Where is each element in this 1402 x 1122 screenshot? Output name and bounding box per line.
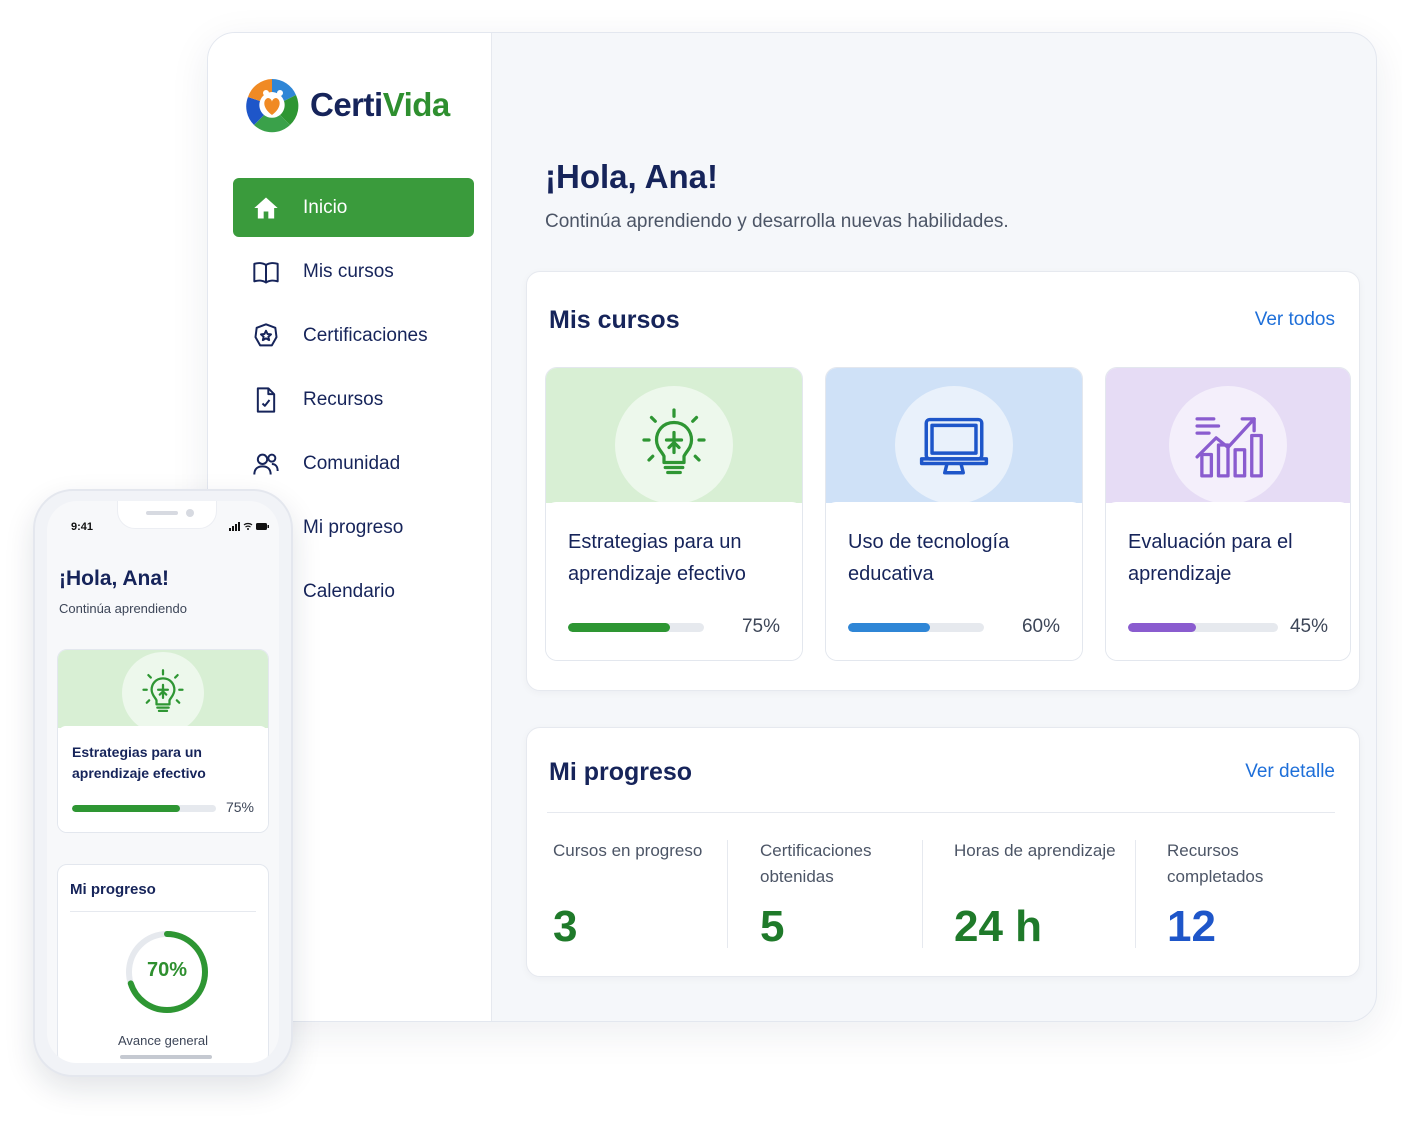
brand-name-part2: Vida	[382, 86, 451, 123]
document-icon	[251, 385, 281, 415]
phone-progress-card[interactable]: Mi progreso 70% Avance general	[57, 864, 269, 1063]
badge-star-icon	[251, 321, 281, 351]
sidebar-item-label: Mis cursos	[303, 260, 394, 282]
progress-card: Mi progreso Ver detalle Cursos en progre…	[526, 727, 1360, 977]
book-icon	[251, 257, 281, 287]
sidebar-item-label: Calendario	[303, 580, 395, 602]
main-content: ¡Hola, Ana! Continúa aprendiendo y desar…	[493, 33, 1376, 1021]
stat-horas-de-aprendizaje: Horas de aprendizaje 24 h	[954, 838, 1134, 951]
page-title: ¡Hola, Ana!	[545, 158, 718, 195]
stat-value: 3	[553, 902, 578, 951]
phone-status-icons	[229, 521, 269, 534]
stat-separator	[922, 840, 923, 948]
stat-recursos-completados: Recursos completados 12	[1167, 838, 1287, 951]
course-title: Uso de tecnología educativa	[848, 531, 1010, 585]
sidebar-item-label: Comunidad	[303, 452, 401, 474]
brand-logo[interactable]: CertiVida	[244, 75, 450, 135]
progress-ring-value: 70%	[146, 959, 188, 981]
course-body: Uso de tecnología educativa 60%	[826, 502, 1082, 660]
sidebar-item-certificaciones[interactable]: Certificaciones	[233, 306, 474, 365]
stat-separator	[1135, 840, 1136, 948]
users-icon	[251, 449, 281, 479]
course-progress-bar	[1128, 623, 1278, 632]
monitor-icon	[895, 386, 1013, 504]
courses-card: Mis cursos Ver todos Estrategias para un…	[526, 271, 1360, 691]
stat-value: 24 h	[954, 902, 1043, 951]
phone-subtitle: Continúa aprendiendo	[59, 601, 187, 616]
stat-separator	[727, 840, 728, 948]
sidebar-item-label: Certificaciones	[303, 324, 428, 346]
stat-label: Cursos en progreso	[553, 841, 703, 860]
stat-certificaciones-obtenidas: Certificaciones obtenidas 5	[760, 838, 910, 951]
sidebar-item-mis-cursos[interactable]: Mis cursos	[233, 242, 474, 301]
course-progress-value: 75%	[741, 616, 780, 637]
phone-time: 9:41	[71, 521, 94, 533]
course-title: Estrategias para un aprendizaje efectivo	[568, 531, 746, 585]
stat-cursos-en-progreso: Cursos en progreso 3	[553, 838, 723, 951]
sidebar-item-comunidad[interactable]: Comunidad	[233, 434, 474, 493]
course-progress-value: 75%	[225, 799, 254, 815]
lightbulb-icon	[615, 386, 733, 504]
course-progress-bar	[848, 623, 984, 632]
brand-name: CertiVida	[310, 86, 450, 124]
progress-divider	[547, 812, 1335, 813]
stat-value: 12	[1167, 902, 1216, 951]
course-card-2[interactable]: Uso de tecnología educativa 60%	[825, 367, 1083, 661]
sidebar-item-inicio[interactable]: Inicio	[233, 178, 474, 237]
lightbulb-icon	[122, 652, 204, 734]
courses-title: Mis cursos	[549, 306, 680, 334]
progress-title: Mi progreso	[549, 758, 693, 786]
chart-growth-icon	[1169, 386, 1287, 504]
certivida-logo-icon	[246, 79, 299, 133]
view-progress-detail-link[interactable]: Ver detalle	[1245, 761, 1335, 783]
course-body: Estrategias para un aprendizaje efectivo…	[58, 726, 268, 832]
home-icon	[251, 193, 281, 223]
phone-progress-title: Mi progreso	[70, 881, 156, 898]
phone-screen: 9:41 ¡Hola, Ana! Continúa aprendiendo Es…	[47, 501, 279, 1063]
course-progress-value: 45%	[1289, 616, 1328, 637]
sidebar-item-label: Recursos	[303, 388, 384, 410]
course-body: Estrategias para un aprendizaje efectivo…	[546, 502, 802, 660]
brand-name-part1: Certi	[310, 86, 383, 123]
course-card-1[interactable]: Estrategias para un aprendizaje efectivo…	[545, 367, 803, 661]
course-title: Estrategias para un aprendizaje efectivo	[72, 744, 206, 781]
sidebar-item-label: Mi progreso	[303, 516, 404, 538]
sidebar-item-label: Inicio	[303, 196, 348, 218]
phone-notch	[117, 501, 217, 529]
page-subtitle: Continúa aprendiendo y desarrolla nuevas…	[545, 211, 1009, 232]
phone-mockup: 9:41 ¡Hola, Ana! Continúa aprendiendo Es…	[33, 489, 293, 1077]
sidebar-item-recursos[interactable]: Recursos	[233, 370, 474, 429]
phone-course-card[interactable]: Estrategias para un aprendizaje efectivo…	[57, 649, 269, 833]
course-progress-value: 60%	[1021, 616, 1060, 637]
home-indicator	[120, 1055, 212, 1059]
course-body: Evaluación para el aprendizaje 45%	[1106, 502, 1350, 660]
desktop-window: CertiVida Inicio Mis cursos Certificacio…	[207, 32, 1377, 1022]
course-title: Evaluación para el aprendizaje	[1128, 531, 1293, 585]
stat-label: Horas de aprendizaje	[954, 841, 1116, 860]
view-all-courses-link[interactable]: Ver todos	[1255, 309, 1335, 331]
stat-label: Certificaciones obtenidas	[760, 841, 872, 886]
progress-ring-caption: Avance general	[117, 1033, 209, 1048]
course-card-3[interactable]: Evaluación para el aprendizaje 45%	[1105, 367, 1351, 661]
stat-value: 5	[760, 902, 785, 951]
course-progress-bar	[568, 623, 704, 632]
course-progress-bar	[72, 805, 216, 812]
phone-progress-divider	[70, 911, 256, 912]
stat-label: Recursos completados	[1167, 841, 1264, 886]
phone-greeting: ¡Hola, Ana!	[59, 567, 170, 590]
